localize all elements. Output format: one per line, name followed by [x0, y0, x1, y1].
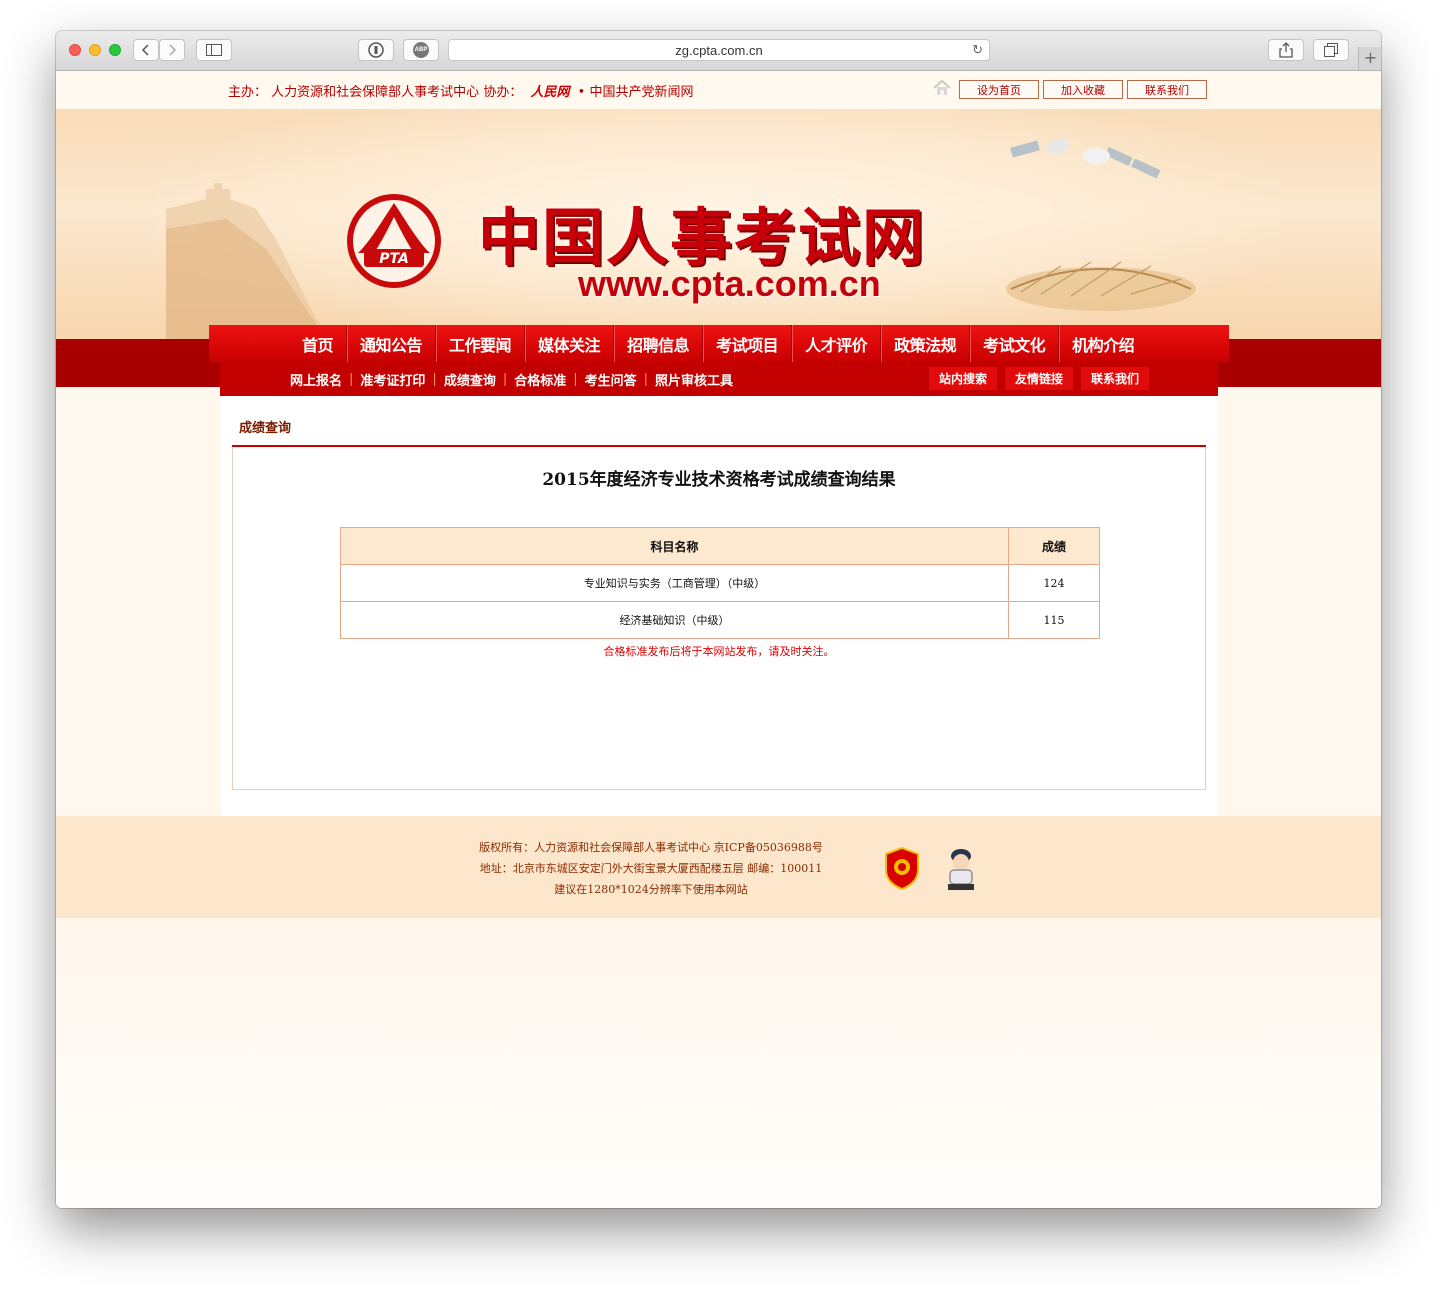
reload-icon[interactable]: ↻ [972, 42, 983, 58]
subnav-online-registration[interactable]: 网上报名 [290, 370, 342, 389]
table-row: 专业知识与实务（工商管理）（中级） 124 [340, 564, 1100, 602]
bullet: • [577, 85, 586, 100]
share-button[interactable] [1268, 39, 1304, 61]
footer-address: 地址：北京市东城区安定门外大街宝景大厦西配楼五层 邮编：100011 [479, 862, 823, 875]
header-score: 成绩 [1008, 527, 1100, 565]
new-tab-button[interactable]: + [1358, 47, 1381, 70]
subnav-photo-tool[interactable]: 照片审核工具 [655, 370, 733, 389]
table-header-row: 科目名称 成绩 [340, 527, 1100, 565]
result-box: 2015年度经济专业技术资格考试成绩查询结果 科目名称 成绩 专业知识与实务（工… [232, 447, 1206, 790]
score-table: 科目名称 成绩 专业知识与实务（工商管理）（中级） 124 经济基础知识（中级）… [340, 527, 1100, 639]
friend-links-button[interactable]: 友情链接 [1005, 367, 1073, 390]
nav-exam-culture[interactable]: 考试文化 [970, 325, 1060, 362]
result-title: 2015年度经济专业技术资格考试成绩查询结果 [542, 470, 896, 490]
government-emblem-icon[interactable] [884, 846, 920, 890]
close-window-button[interactable] [69, 44, 81, 56]
zoom-window-button[interactable] [109, 44, 121, 56]
back-button[interactable] [133, 39, 159, 61]
subnav-separator: | [573, 371, 578, 387]
set-homepage-link[interactable]: 设为首页 [959, 80, 1039, 99]
nav-home[interactable]: 首页 [289, 325, 348, 362]
subnav-admission-ticket[interactable]: 准考证打印 [360, 370, 425, 389]
great-wall-illustration [166, 183, 336, 339]
sidebar-icon [206, 44, 222, 56]
nav-media[interactable]: 媒体关注 [525, 325, 615, 362]
section-title: 成绩查询 [239, 421, 292, 436]
main-content: 成绩查询 2015年度经济专业技术资格考试成绩查询结果 科目名称 成绩 专业知识… [221, 396, 1217, 816]
browser-window: ABP zg.cpta.com.cn ↻ + 主办： 人力资源和社会保障部人事考… [56, 31, 1381, 1208]
nav-exam-projects[interactable]: 考试项目 [703, 325, 793, 362]
tabs-icon [1324, 43, 1338, 57]
url-text: zg.cpta.com.cn [675, 42, 763, 58]
nav-policies[interactable]: 政策法规 [881, 325, 971, 362]
co-prefix: 协办： [483, 85, 523, 100]
people-daily-logo[interactable]: 人民网 [530, 85, 569, 100]
home-icon[interactable] [933, 79, 951, 97]
subject-cell: 专业知识与实务（工商管理）（中级） [340, 564, 1009, 602]
page-background [56, 918, 1381, 1208]
add-favorite-link[interactable]: 加入收藏 [1043, 80, 1123, 99]
birds-nest-illustration [1006, 261, 1196, 311]
spacecraft-illustration [1010, 138, 1161, 179]
subnav-faq[interactable]: 考生问答 [585, 370, 637, 389]
main-navigation: 首页 通知公告 工作要闻 媒体关注 招聘信息 考试项目 人才评价 政策法规 考试… [209, 325, 1229, 362]
host-org-link[interactable]: 人力资源和社会保障部人事考试中心 [271, 85, 479, 100]
header-banner: PTA 中国人事考试网 www.cpta.com.cn [56, 109, 1381, 339]
site-url: www.cpta.com.cn [578, 263, 881, 304]
subject-cell: 经济基础知识（中级） [340, 601, 1009, 639]
footer-resolution: 建议在1280*1024分辨率下使用本网站 [554, 883, 748, 896]
forward-button[interactable] [159, 39, 185, 61]
tabs-overview-button[interactable] [1313, 39, 1349, 61]
cpc-news-link[interactable]: 中国共产党新闻网 [589, 85, 693, 100]
minimize-window-button[interactable] [89, 44, 101, 56]
host-prefix: 主办： [228, 85, 268, 100]
header-subject: 科目名称 [340, 527, 1009, 565]
address-bar[interactable]: zg.cpta.com.cn ↻ [448, 39, 990, 61]
table-row: 经济基础知识（中级） 115 [340, 601, 1100, 639]
nav-talent-evaluation[interactable]: 人才评价 [792, 325, 882, 362]
adblock-button[interactable]: ABP [403, 39, 439, 61]
footer-copyright: 版权所有：人力资源和社会保障部人事考试中心 京ICP备05036988号 [479, 841, 823, 854]
subnav-separator: | [502, 371, 508, 387]
nav-work-news[interactable]: 工作要闻 [436, 325, 526, 362]
reader-icon [368, 42, 384, 58]
chevron-left-icon [141, 44, 149, 56]
subnav-score-query[interactable]: 成绩查询 [444, 370, 496, 389]
nav-notices[interactable]: 通知公告 [347, 325, 437, 362]
subnav-passing-standard[interactable]: 合格标准 [514, 370, 566, 389]
logo-text: PTA [379, 251, 409, 267]
contact-us-link[interactable]: 联系我们 [1127, 80, 1207, 99]
top-info-bar: 主办： 人力资源和社会保障部人事考试中心 协办： 人民网 • 中国共产党新闻网 … [56, 71, 1381, 110]
web-page: 主办： 人力资源和社会保障部人事考试中心 协办： 人民网 • 中国共产党新闻网 … [56, 71, 1381, 1208]
subnav-separator: | [432, 371, 437, 387]
internet-police-icon[interactable] [942, 846, 980, 892]
footer: 版权所有：人力资源和社会保障部人事考试中心 京ICP备05036988号 地址：… [56, 816, 1381, 918]
site-search-button[interactable]: 站内搜索 [929, 367, 997, 390]
adblock-icon: ABP [413, 42, 429, 58]
score-cell: 115 [1008, 601, 1100, 639]
sub-navigation: 网上报名 | 准考证打印 | 成绩查询 | 合格标准 | 考生问答 | 照片审核… [220, 362, 1218, 396]
pta-logo[interactable]: PTA [344, 191, 444, 291]
subnav-separator: | [643, 371, 649, 387]
notice-text: 合格标准发布后将于本网站发布，请及时关注。 [603, 645, 835, 658]
browser-toolbar: ABP zg.cpta.com.cn ↻ + [56, 31, 1381, 71]
nav-about[interactable]: 机构介绍 [1059, 325, 1147, 362]
contact-button[interactable]: 联系我们 [1081, 367, 1149, 390]
score-cell: 124 [1008, 564, 1100, 602]
subnav-separator: | [349, 371, 354, 387]
nav-recruitment[interactable]: 招聘信息 [614, 325, 704, 362]
chevron-right-icon [169, 44, 177, 56]
sidebar-button[interactable] [196, 39, 232, 61]
host-info: 主办： 人力资源和社会保障部人事考试中心 协办： 人民网 • 中国共产党新闻网 [228, 81, 693, 100]
share-icon [1279, 42, 1293, 58]
reader-button[interactable] [358, 39, 394, 61]
